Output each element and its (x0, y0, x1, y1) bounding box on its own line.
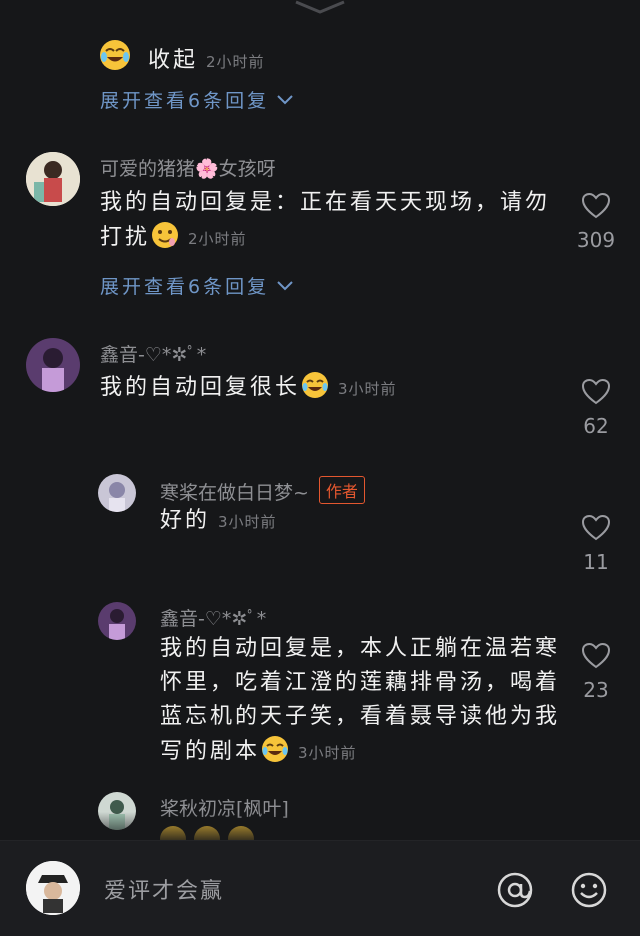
avatar[interactable] (98, 602, 136, 640)
avatar-image (98, 602, 136, 640)
comment-username[interactable]: 鑫音-♡*✲ﾟ* (100, 340, 206, 367)
comment-input[interactable]: 爱评才会赢 (104, 873, 224, 905)
comment-time: 2小时前 (206, 53, 265, 71)
expand-replies-button[interactable]: 展开查看6条回复 (100, 86, 295, 113)
my-avatar[interactable] (26, 861, 80, 915)
comment-time: 3小时前 (218, 513, 277, 531)
avatar-image (98, 474, 136, 512)
avatar-image (26, 152, 80, 206)
like-button[interactable]: 11 (568, 514, 624, 574)
avatar-image (26, 338, 80, 392)
comment-input-bar: 爱评才会赢 (0, 840, 640, 936)
comment-text: 我的自动回复是，本人正躺在温若寒怀里，吃着江澄的莲藕排骨汤，喝着蓝忘机的天子笑，… (160, 636, 561, 764)
heart-icon (581, 192, 611, 219)
comment-username[interactable]: 可爱的猪猪🌸女孩呀 (100, 154, 276, 181)
chevron-down-icon (277, 280, 293, 290)
comment-time: 3小时前 (338, 380, 397, 398)
collapse-button[interactable]: 收起 (148, 48, 198, 73)
expand-replies-label: 展开查看6条回复 (100, 90, 270, 112)
expand-replies-button[interactable]: 展开查看6条回复 (100, 272, 295, 299)
avatar[interactable] (98, 474, 136, 512)
avatar-image (26, 861, 80, 915)
like-button[interactable]: 23 (568, 642, 624, 702)
like-count: 309 (576, 228, 616, 252)
comment-username[interactable]: 寒桨在做白日梦~ (160, 482, 309, 504)
smiley-icon[interactable] (570, 871, 608, 909)
comment-time: 2小时前 (188, 230, 247, 248)
chevron-down-icon (277, 94, 293, 104)
comment-text: 我的自动回复很长 (100, 375, 301, 400)
expand-replies-label: 展开查看6条回复 (100, 276, 270, 298)
like-button[interactable]: 309 (568, 192, 624, 252)
like-count: 11 (583, 550, 609, 574)
drooling-emoji (152, 222, 179, 248)
like-count: 62 (583, 414, 609, 438)
crying-laughing-emoji (302, 372, 329, 398)
collapse-chevron-icon[interactable] (292, 0, 348, 16)
like-count: 23 (583, 678, 609, 702)
crying-laughing-emoji (100, 40, 130, 70)
avatar[interactable] (26, 338, 80, 392)
comment-text: 好的 (160, 508, 211, 533)
avatar[interactable] (26, 152, 80, 206)
comment-time: 3小时前 (298, 744, 357, 762)
crying-laughing-emoji (262, 736, 289, 762)
reply-username-row: 寒桨在做白日梦~ 作者 (160, 476, 365, 505)
author-badge: 作者 (318, 476, 365, 504)
heart-icon (581, 642, 611, 669)
heart-icon (581, 378, 611, 405)
comment-username[interactable]: 鑫音-♡*✲ﾟ* (160, 604, 266, 631)
heart-icon (581, 514, 611, 541)
like-button[interactable]: 62 (568, 378, 624, 438)
at-icon[interactable] (496, 871, 534, 909)
scroll-fade (0, 812, 640, 842)
